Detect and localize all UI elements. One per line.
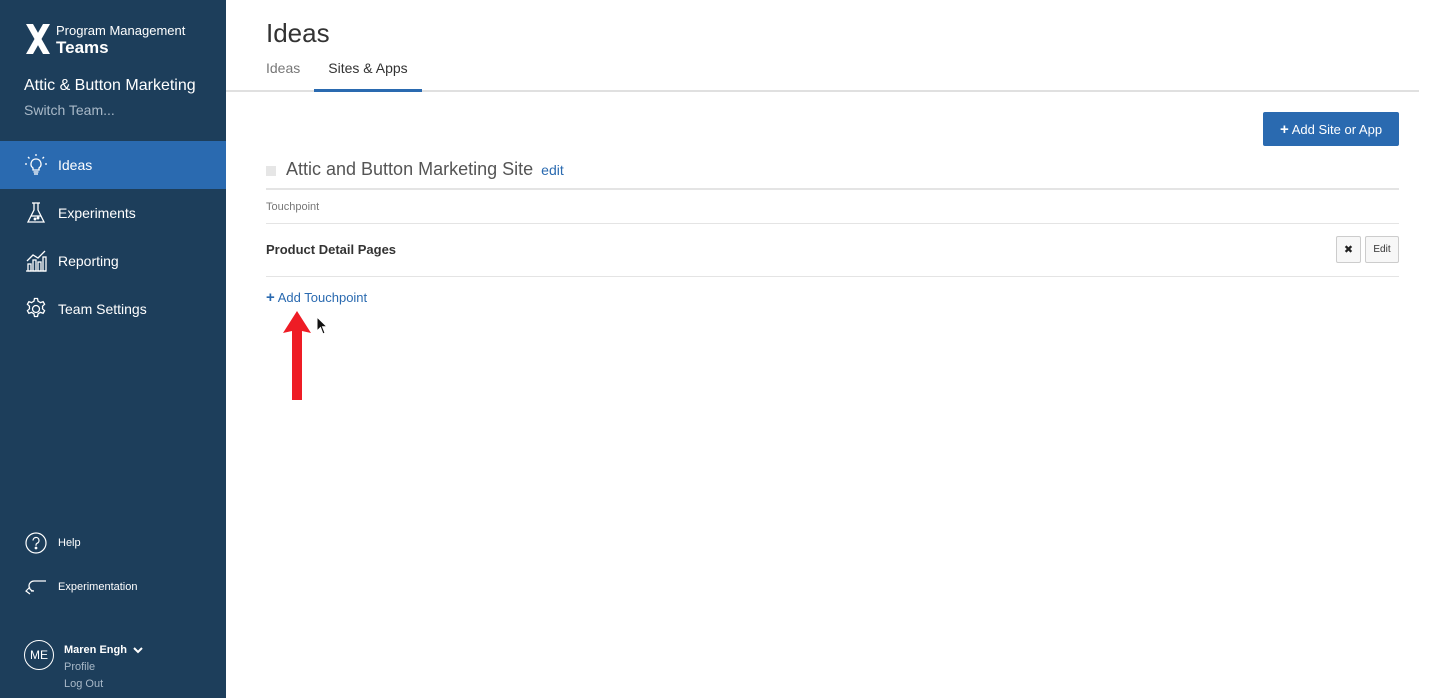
lightbulb-icon	[24, 153, 48, 177]
sidebar-item-experiments[interactable]: Experiments	[0, 189, 226, 237]
sidebar-item-label: Ideas	[58, 157, 93, 173]
add-site-button[interactable]: + Add Site or App	[1263, 112, 1399, 146]
column-header-touchpoint: Touchpoint	[266, 201, 1399, 224]
sidebar-item-team-settings[interactable]: Team Settings	[0, 285, 226, 333]
annotation-arrow-icon	[283, 311, 311, 400]
help-link[interactable]: Help	[24, 531, 81, 555]
sidebar: Program Management Teams Attic & Button …	[0, 0, 226, 698]
mouse-cursor-icon	[316, 316, 329, 335]
sidebar-item-ideas[interactable]: Ideas	[0, 141, 226, 189]
profile-link[interactable]: Profile	[64, 661, 95, 673]
gear-icon	[24, 297, 48, 321]
add-touchpoint-link[interactable]: + Add Touchpoint	[266, 289, 367, 306]
edit-touchpoint-button[interactable]: Edit	[1365, 236, 1399, 263]
logout-link[interactable]: Log Out	[64, 678, 103, 690]
sidebar-item-reporting[interactable]: Reporting	[0, 237, 226, 285]
flask-icon	[24, 201, 48, 225]
delete-touchpoint-button[interactable]: ✖	[1336, 236, 1361, 263]
plus-icon: +	[266, 289, 275, 306]
switch-team-link[interactable]: Switch Team...	[24, 102, 115, 118]
team-name: Attic & Button Marketing	[24, 77, 196, 94]
add-site-label: Add Site or App	[1291, 121, 1383, 137]
experimentation-link[interactable]: Experimentation	[24, 575, 138, 599]
avatar[interactable]: ME	[24, 640, 54, 670]
main-content: Ideas Ideas Sites & Apps + Add Site or A…	[226, 0, 1436, 698]
brand-subtitle: Program Management	[56, 23, 186, 38]
chevron-down-icon	[133, 647, 143, 654]
plus-icon: +	[1279, 120, 1289, 138]
add-touchpoint-label: Add Touchpoint	[277, 290, 368, 305]
user-menu-toggle[interactable]: Maren Engh	[64, 644, 143, 656]
brand[interactable]: Program Management Teams	[24, 22, 185, 56]
return-arrow-icon	[24, 575, 48, 599]
site-checkbox[interactable]	[266, 166, 276, 176]
tab-bar: Ideas Sites & Apps	[226, 52, 1419, 92]
site-header: Attic and Button Marketing Site edit	[266, 158, 1399, 190]
close-icon: ✖	[1343, 244, 1354, 256]
help-icon	[24, 531, 48, 555]
site-edit-link[interactable]: edit	[541, 162, 564, 178]
site-name: Attic and Button Marketing Site	[286, 159, 534, 179]
brand-title: Teams	[56, 38, 109, 57]
sidebar-item-label: Experiments	[58, 205, 136, 221]
user-name: Maren Engh	[64, 644, 127, 656]
help-label: Help	[58, 537, 81, 549]
tab-sites-apps[interactable]: Sites & Apps	[314, 52, 422, 92]
chart-icon	[24, 249, 48, 273]
tab-ideas[interactable]: Ideas	[266, 52, 300, 92]
site-title: Attic and Button Marketing Site edit	[286, 159, 564, 180]
sidebar-nav: Ideas Experiments Reporting Team Setting…	[0, 141, 226, 333]
page-title: Ideas	[266, 18, 330, 48]
sidebar-item-label: Reporting	[58, 253, 119, 269]
experimentation-label: Experimentation	[58, 581, 138, 593]
table-row: Product Detail Pages ✖ Edit	[266, 224, 1399, 277]
touchpoint-name: Product Detail Pages	[266, 242, 397, 257]
sidebar-item-label: Team Settings	[58, 301, 147, 317]
optimizely-x-logo-icon	[26, 24, 50, 54]
